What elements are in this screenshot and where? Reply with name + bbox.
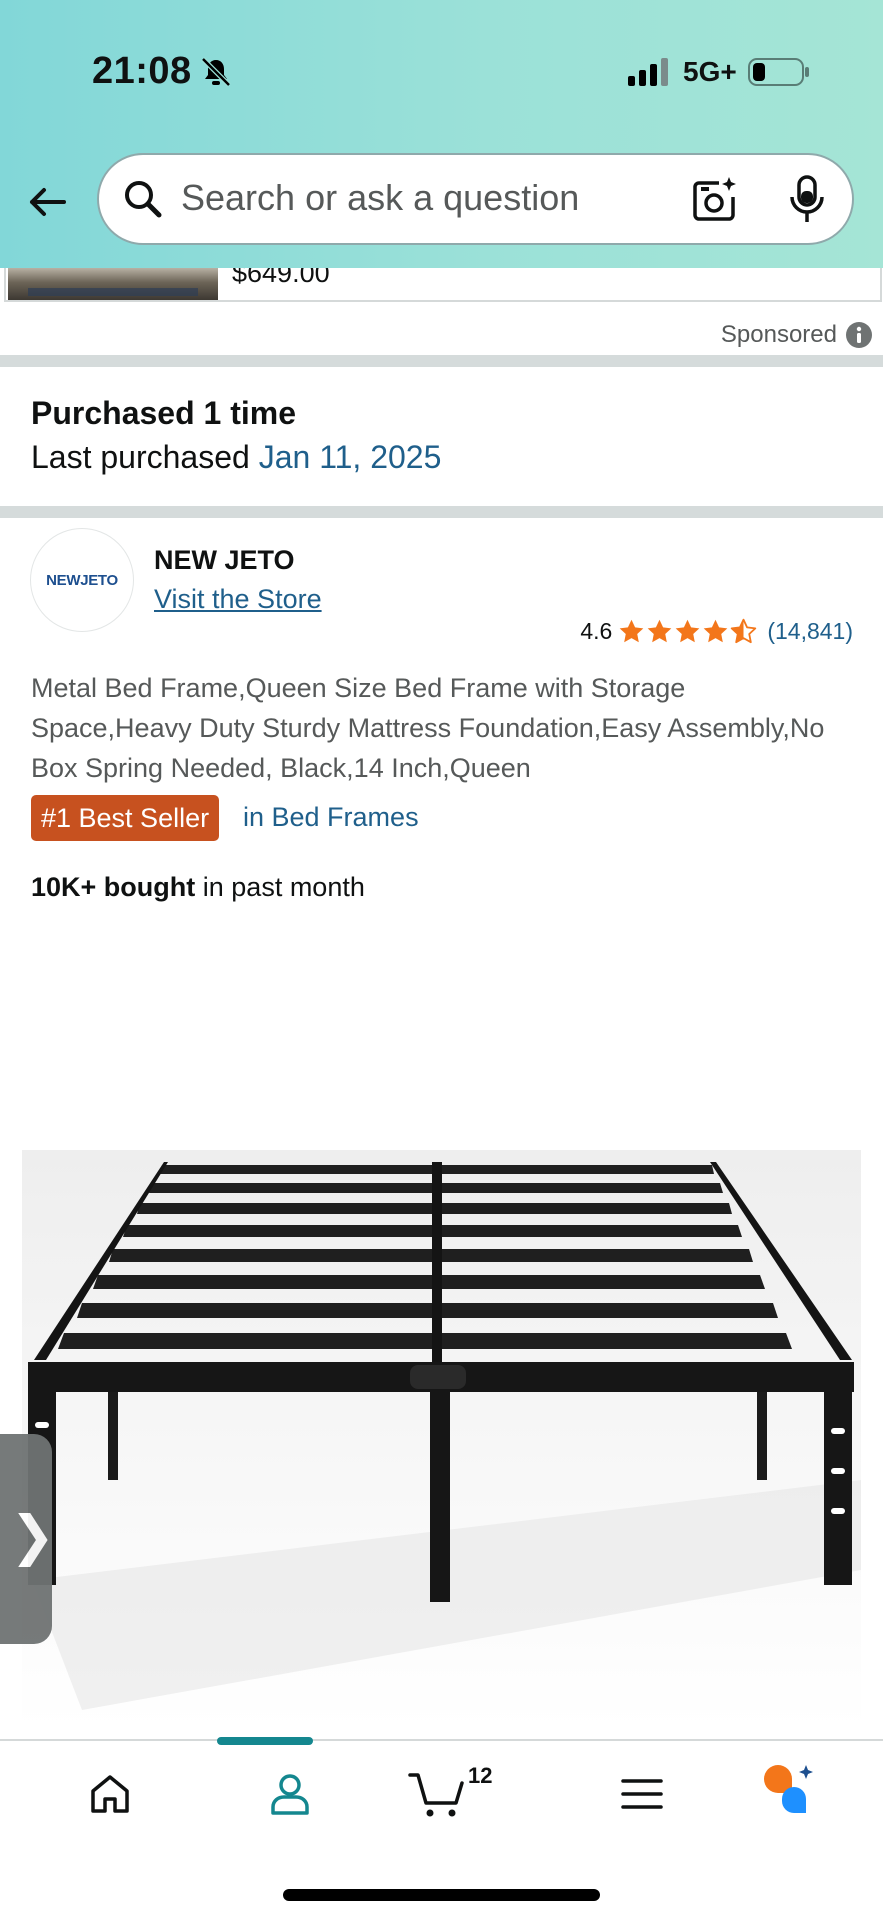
hamburger-menu-icon [621,1779,663,1809]
person-icon [271,1774,309,1815]
purchase-count: Purchased 1 time [31,395,296,431]
last-purchased-label: Last purchased [31,439,250,475]
visit-store-link[interactable]: Visit the Store [154,584,322,615]
nav-menu[interactable] [582,1741,702,1851]
last-purchased-row: Last purchased Jan 11, 2025 [31,439,441,476]
nav-account[interactable] [230,1741,350,1851]
sponsored-info[interactable]: Sponsored [721,321,873,349]
sponsored-product-image[interactable] [8,268,218,300]
sponsored-price: $649.00 [232,268,330,288]
microphone-icon[interactable] [787,173,827,227]
search-icon [125,181,162,218]
back-arrow-icon[interactable] [24,178,72,226]
network-label: 5G+ [683,56,737,87]
home-icon [91,1775,129,1813]
app-header: 21:08 5G+ Search or ask a question [0,0,883,268]
cart-count-badge: 12 [468,1763,493,1788]
search-input[interactable]: Search or ask a question [181,177,579,219]
sponsored-label: Sponsored [720,321,837,348]
rating-value: 4.6 [580,618,613,644]
product-title[interactable]: Metal Bed Frame,Queen Size Bed Frame wit… [31,668,851,788]
nav-home[interactable] [50,1741,170,1851]
section-divider [0,506,883,518]
nav-cart[interactable]: 12 [408,1741,528,1851]
brand-name: NEW JETO [154,545,295,575]
last-purchased-date[interactable]: Jan 11, 2025 [259,439,442,475]
star-half-icon [731,618,757,644]
best-seller-category-link[interactable]: in Bed Frames [243,802,419,833]
home-indicator[interactable] [283,1889,600,1901]
battery-icon [748,58,809,86]
star-full-icon [676,619,700,643]
rating-summary[interactable]: 4.6 (14,841) [580,618,853,645]
nav-rufus-assistant[interactable] [758,1741,878,1851]
bought-in-past-month: 10K+ bought in past month [31,872,365,903]
section-divider [0,355,883,367]
bought-period: in past month [195,872,365,902]
signal-icon [628,58,668,86]
review-count-link[interactable]: (14,841) [767,618,853,645]
bed-frame-illustration [28,1162,861,1710]
bell-muted-icon [201,57,231,87]
rufus-assistant-icon [764,1765,813,1813]
star-full-icon [648,619,672,643]
cart-icon [408,1773,464,1817]
bought-count: 10K+ bought [31,872,196,902]
star-rating [618,618,757,645]
sponsored-product-card[interactable]: $649.00 [4,268,882,302]
star-full-icon [704,619,728,643]
info-icon[interactable] [845,321,873,349]
search-bar[interactable]: Search or ask a question [97,153,854,245]
status-time: 21:08 [92,50,192,92]
chevron-right-icon: ❯ [10,1506,56,1566]
side-drawer-tab[interactable]: ❯ [0,1434,56,1644]
brand-logo[interactable]: NEWJETO [30,528,134,632]
best-seller-badge[interactable]: #1 Best Seller [31,795,220,841]
camera-search-icon[interactable] [689,175,739,225]
product-main-image[interactable] [22,1150,861,1730]
brand-logo-text: NEWJETO [46,571,118,589]
star-full-icon [620,619,644,643]
